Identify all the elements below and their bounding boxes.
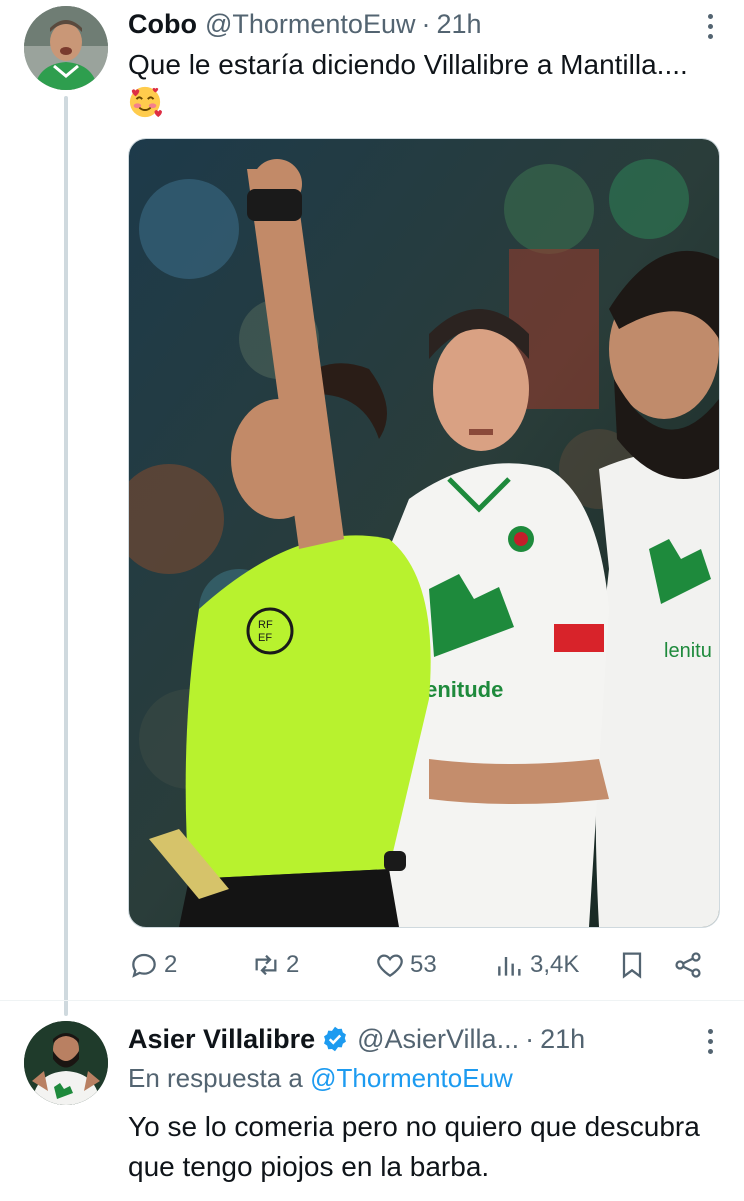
views-count: 3,4K	[530, 951, 580, 978]
tweet-reply[interactable]: Asier Villalibre @AsierVilla... · 21h En…	[0, 1000, 744, 1201]
avatar[interactable]	[24, 1021, 108, 1105]
reply-context: En respuesta a @ThormentoEuw	[128, 1063, 513, 1094]
tweet-header: Cobo @ThormentoEuw · 21h	[128, 4, 714, 44]
svg-text:lenitu: lenitu	[664, 640, 712, 662]
reply-icon	[132, 953, 156, 978]
avatar-image	[24, 1021, 108, 1105]
svg-text:EF: EF	[258, 632, 272, 644]
svg-text:RF: RF	[258, 619, 273, 631]
tweet-header: Asier Villalibre @AsierVilla... · 21h	[128, 1019, 714, 1059]
separator-dot: ·	[525, 1023, 535, 1054]
reply-button[interactable]: 2	[128, 942, 177, 988]
tweet[interactable]: Cobo @ThormentoEuw · 21h Que le estaría …	[0, 0, 744, 1000]
author-name[interactable]: Cobo	[128, 9, 197, 40]
reply-handle-link[interactable]: @ThormentoEuw	[310, 1063, 513, 1093]
reply-prefix: En respuesta a	[128, 1063, 303, 1093]
tweet-actions: 2 2 53 3,4K	[128, 942, 708, 988]
reply-count: 2	[164, 951, 178, 978]
tweet-text: Que le estaría diciendo Villalibre a Man…	[128, 45, 704, 125]
smiling-face-with-hearts-icon	[129, 86, 162, 118]
like-button[interactable]: 53	[374, 942, 437, 988]
retweet-count: 2	[286, 951, 300, 978]
avatar[interactable]	[24, 6, 108, 90]
tweet-text-content: Que le estaría diciendo Villalibre a Man…	[128, 49, 688, 80]
separator-dot: ·	[421, 8, 431, 39]
avatar-image	[24, 6, 108, 90]
referee-photo-image: lenitu lenitude RF EF	[129, 139, 719, 927]
tweet-text: Yo se lo comeria pero no quiero que desc…	[128, 1111, 700, 1182]
author-name[interactable]: Asier Villalibre	[128, 1024, 315, 1055]
tweet-photo[interactable]: lenitu lenitude RF EF	[128, 138, 720, 928]
heart-icon	[377, 954, 403, 978]
more-options-icon[interactable]	[698, 6, 722, 46]
timestamp[interactable]: 21h	[540, 1024, 585, 1055]
author-handle[interactable]: @AsierVilla...	[357, 1024, 519, 1055]
author-handle[interactable]: @ThormentoEuw	[205, 9, 416, 40]
like-count: 53	[410, 951, 437, 978]
retweet-icon	[255, 954, 277, 976]
retweet-button[interactable]: 2	[250, 942, 299, 988]
verified-badge-icon[interactable]	[321, 1025, 349, 1053]
share-button[interactable]	[672, 942, 704, 988]
views-button[interactable]: 3,4K	[494, 942, 579, 988]
more-options-icon[interactable]	[698, 1021, 722, 1061]
bookmark-button[interactable]	[616, 942, 648, 988]
svg-text:lenitude: lenitude	[419, 677, 503, 702]
bookmark-icon	[622, 952, 642, 979]
timestamp[interactable]: 21h	[436, 9, 481, 40]
views-chart-icon	[498, 957, 521, 976]
share-icon	[675, 952, 701, 978]
